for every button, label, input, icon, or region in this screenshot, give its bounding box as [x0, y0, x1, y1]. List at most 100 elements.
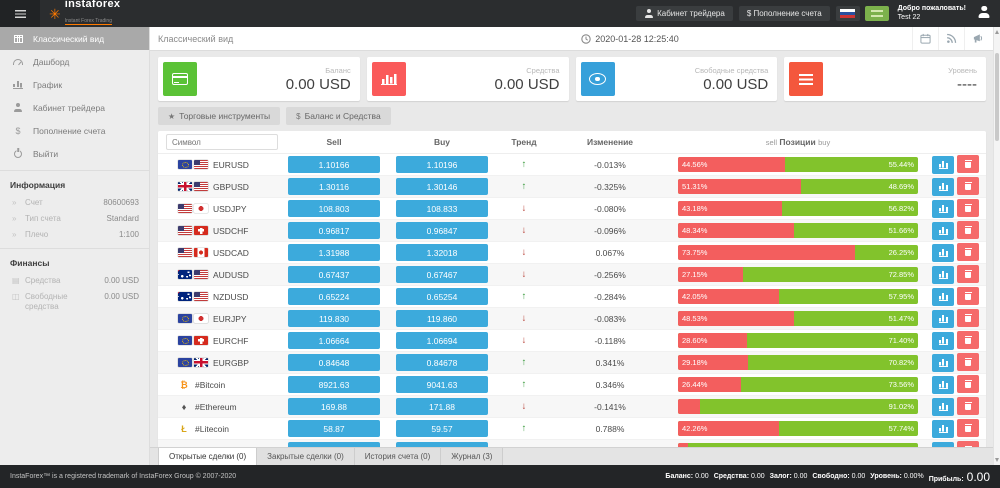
open-chart-button[interactable] [932, 156, 954, 174]
sidebar-item-dashboard[interactable]: Дашборд [0, 50, 149, 73]
feed-button[interactable] [938, 27, 964, 50]
tab-история-счета-0-[interactable]: История счета (0) [355, 448, 442, 465]
announcements-button[interactable] [964, 27, 990, 50]
power-icon [12, 150, 24, 158]
buy-quote-button[interactable]: 171.88 [396, 398, 488, 415]
stat-card-value: ---- [823, 76, 977, 93]
sell-quote-button[interactable]: 108.803 [288, 200, 380, 217]
buy-quote-button[interactable]: 0.96847 [396, 222, 488, 239]
summary-item: Свободно: 0.00 [812, 473, 865, 480]
buy-quote-button[interactable]: 0.84678 [396, 354, 488, 371]
remove-symbol-button[interactable] [957, 177, 979, 195]
trash-icon [965, 336, 972, 345]
table-row [158, 440, 986, 447]
open-chart-button[interactable] [932, 376, 954, 394]
sell-quote-button[interactable]: 1.06664 [288, 332, 380, 349]
open-chart-button[interactable] [932, 354, 954, 372]
open-chart-button[interactable] [932, 178, 954, 196]
positions-bar: 28.60%71.40% [678, 333, 918, 348]
brand-logo[interactable]: ✳ instaforex Instant Forex Trading [49, 0, 120, 27]
sidebar-item-label: Пополнение счета [33, 126, 105, 136]
sell-quote-button[interactable]: 169.88 [288, 398, 380, 415]
open-chart-button[interactable] [932, 266, 954, 284]
language-alt-button[interactable] [865, 6, 889, 21]
sell-quote-button[interactable]: 0.84648 [288, 354, 380, 371]
buy-quote-button[interactable]: 1.32018 [396, 244, 488, 261]
remove-symbol-button[interactable] [957, 419, 979, 437]
remove-symbol-button[interactable] [957, 155, 979, 173]
table-row: GBPUSD1.301161.30146↑-0.325%51.31%48.69% [158, 176, 986, 198]
buy-quote-button[interactable]: 119.860 [396, 310, 488, 327]
trading-instruments-button[interactable]: ★ Торговые инструменты [158, 107, 280, 125]
buy-quote-button[interactable]: 0.67467 [396, 266, 488, 283]
remove-symbol-button[interactable] [957, 309, 979, 327]
tab-закрытые-сделки-0-[interactable]: Закрытые сделки (0) [257, 448, 355, 465]
tab-открытые-сделки-0-[interactable]: Открытые сделки (0) [158, 448, 257, 465]
sidebar-item-chart[interactable]: График [0, 73, 149, 96]
sidebar-item-label: График [33, 80, 62, 90]
remove-symbol-button[interactable] [957, 221, 979, 239]
sell-quote-button[interactable]: 1.10166 [288, 156, 380, 173]
buy-quote-button[interactable]: 1.06694 [396, 332, 488, 349]
remove-symbol-button[interactable] [957, 265, 979, 283]
remove-symbol-button[interactable] [957, 199, 979, 217]
deposit-button[interactable]: $ Пополнение счета [739, 6, 830, 21]
sell-quote-button[interactable]: 0.96817 [288, 222, 380, 239]
hamburger-icon [15, 10, 26, 18]
open-chart-button[interactable] [932, 288, 954, 306]
tab-журнал-3-[interactable]: Журнал (3) [441, 448, 503, 465]
sell-quote-button[interactable]: 119.830 [288, 310, 380, 327]
trend-up-icon: ↑ [522, 291, 527, 302]
buy-quote-button[interactable]: 1.30146 [396, 178, 488, 195]
sidebar-item-power[interactable]: Выйти [0, 142, 149, 165]
scrollbar-thumb[interactable] [995, 53, 999, 141]
vertical-scrollbar[interactable] [993, 27, 1000, 465]
symbol-filter-input[interactable] [166, 134, 278, 150]
positions-sell-segment: 42.26% [678, 421, 779, 436]
buy-quote-button[interactable]: 108.833 [396, 200, 488, 217]
trend-down-icon: ↓ [522, 269, 527, 280]
hamburger-menu-button[interactable] [0, 0, 40, 27]
buy-quote-button[interactable]: 0.65254 [396, 288, 488, 305]
balance-funds-button[interactable]: $ Баланс и Средства [286, 107, 391, 125]
crypto-icon: ♦ [178, 402, 190, 412]
remove-symbol-button[interactable] [957, 331, 979, 349]
summary-item: Баланс: 0.00 [665, 473, 708, 480]
scroll-up-arrow[interactable] [995, 30, 999, 34]
open-chart-button[interactable] [932, 310, 954, 328]
buy-quote-button[interactable]: 1.10196 [396, 156, 488, 173]
buy-quote-button[interactable]: 9041.63 [396, 376, 488, 393]
calendar-button[interactable] [912, 27, 938, 50]
open-chart-button[interactable] [932, 244, 954, 262]
remove-symbol-button[interactable] [957, 287, 979, 305]
remove-symbol-button[interactable] [957, 353, 979, 371]
trash-icon [965, 380, 972, 389]
open-chart-button[interactable] [932, 332, 954, 350]
sell-quote-button[interactable]: 1.30116 [288, 178, 380, 195]
remove-symbol-button[interactable] [957, 243, 979, 261]
sell-quote-button[interactable]: 0.65224 [288, 288, 380, 305]
jp-flag-icon [194, 204, 208, 213]
remove-symbol-button[interactable] [957, 397, 979, 415]
sidebar-section-title: Информация [0, 170, 149, 195]
sidebar-item-grid[interactable]: Классический вид [0, 27, 149, 50]
open-chart-button[interactable] [932, 398, 954, 416]
copyright-text: InstaForex™ is a registered trademark of… [10, 473, 665, 480]
sidebar-item-dollar[interactable]: $Пополнение счета [0, 119, 149, 142]
buy-quote-button[interactable]: 59.57 [396, 420, 488, 437]
change-value: -0.083% [556, 314, 664, 324]
sell-quote-button[interactable]: 8921.63 [288, 376, 380, 393]
open-chart-button[interactable] [932, 200, 954, 218]
language-russian-button[interactable] [836, 6, 860, 21]
open-chart-button[interactable] [932, 222, 954, 240]
sell-quote-button[interactable]: 58.87 [288, 420, 380, 437]
trader-cabinet-button[interactable]: Кабинет трейдера [636, 6, 733, 21]
user-avatar[interactable] [978, 5, 990, 23]
app-window: ✳ instaforex Instant Forex Trading Кабин… [0, 0, 1000, 488]
remove-symbol-button[interactable] [957, 375, 979, 393]
sell-quote-button[interactable]: 1.31988 [288, 244, 380, 261]
open-chart-button[interactable] [932, 420, 954, 438]
sell-quote-button[interactable]: 0.67437 [288, 266, 380, 283]
sidebar-item-person[interactable]: Кабинет трейдера [0, 96, 149, 119]
scroll-down-arrow[interactable] [995, 458, 999, 462]
